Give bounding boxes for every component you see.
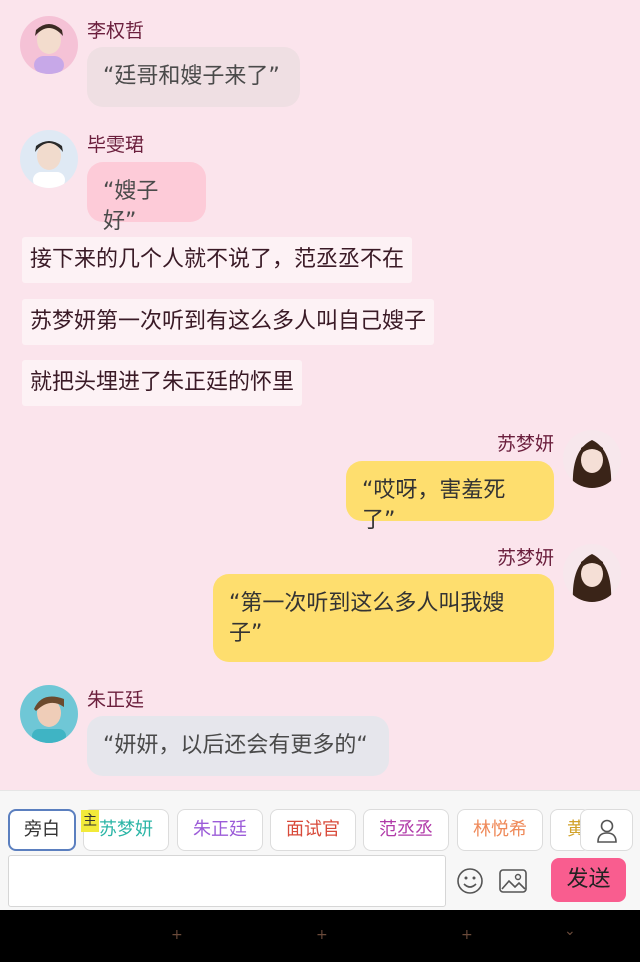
avatar[interactable] (20, 685, 78, 743)
narration-text: 接下来的几个人就不说了，范丞丞不在 (22, 237, 413, 283)
send-button[interactable]: 发送 (551, 858, 626, 902)
narration-text: 就把头埋进了朱正廷的怀里 (22, 360, 303, 406)
character-chip[interactable]: 范丞丞 (363, 809, 449, 851)
message-bubble: “妍妍，以后还会有更多的“ (87, 716, 389, 776)
nav-plus-icon[interactable]: + (461, 928, 473, 942)
sender-name: 李权哲 (87, 20, 145, 42)
avatar[interactable] (20, 16, 78, 74)
avatar[interactable] (563, 430, 621, 488)
sender-name: 毕雯珺 (87, 134, 145, 156)
message-line: 子” (229, 621, 263, 646)
nav-plus-icon[interactable]: + (171, 928, 183, 942)
nav-chevron-icon[interactable]: ⌄ (564, 924, 576, 938)
character-chip[interactable]: 林悦希 (457, 809, 543, 851)
add-character-button[interactable] (580, 809, 633, 851)
chat-area[interactable]: 李权哲 “廷哥和嫂子来了” 毕雯珺 “嫂子好” 接下来的几个人就不说了，范丞丞不… (0, 0, 640, 790)
message-bubble: “廷哥和嫂子来了” (87, 47, 300, 107)
main-role-badge: 主 (81, 810, 99, 832)
character-chip[interactable]: 面试官 (270, 809, 356, 851)
message-bubble: “嫂子好” (87, 162, 206, 234)
message-input[interactable] (8, 855, 446, 907)
user-icon (597, 819, 617, 843)
character-chip[interactable]: 朱正廷 (177, 809, 263, 851)
system-navigation-bar: + + + ⌄ (0, 910, 640, 962)
composer-toolbar: 旁白 苏梦妍 主 朱正廷 面试官 范丞丞 林悦希 黄 发送 (0, 790, 640, 910)
narration-text: 苏梦妍第一次听到有这么多人叫自己嫂子 (22, 299, 435, 345)
image-icon[interactable] (499, 869, 527, 893)
avatar[interactable] (563, 544, 621, 602)
avatar[interactable] (20, 130, 78, 188)
message-bubble: “哎呀，害羞死了” (346, 461, 554, 533)
character-chip-narrator[interactable]: 旁白 (8, 809, 76, 851)
message-bubble: “第一次听到这么多人叫我嫂 子” (213, 574, 554, 662)
emoji-icon[interactable] (456, 867, 484, 895)
nav-plus-icon[interactable]: + (316, 928, 328, 942)
message-line: “第一次听到这么多人叫我嫂 (229, 591, 505, 616)
sender-name: 苏梦妍 (497, 433, 555, 455)
sender-name: 苏梦妍 (497, 547, 555, 569)
sender-name: 朱正廷 (87, 689, 145, 711)
